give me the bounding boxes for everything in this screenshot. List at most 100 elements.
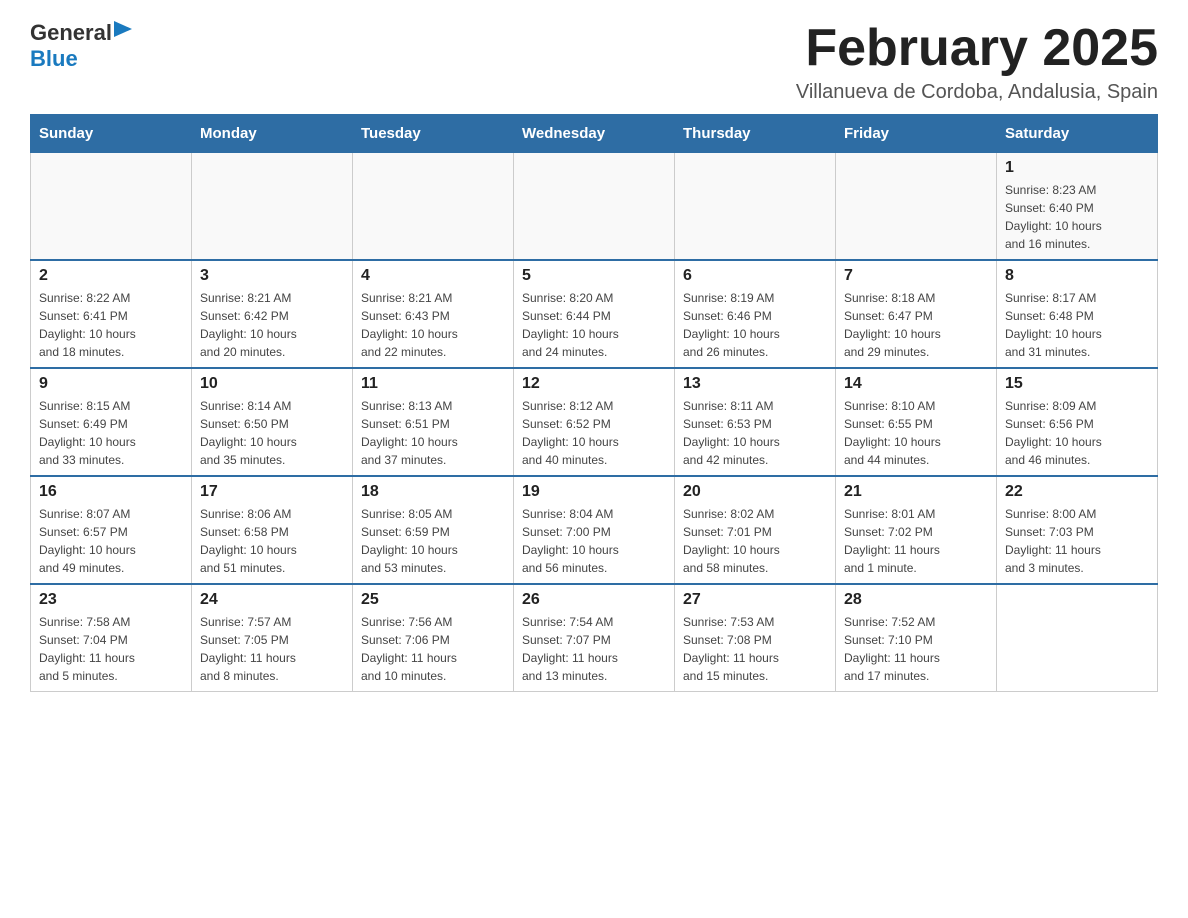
table-cell: 11 Sunrise: 8:13 AMSunset: 6:51 PMDayligh… [353, 368, 514, 476]
day-info: Sunrise: 8:22 AMSunset: 6:41 PMDaylight:… [39, 289, 183, 361]
day-info: Sunrise: 8:11 AMSunset: 6:53 PMDaylight:… [683, 397, 827, 469]
col-header-saturday: Saturday [997, 115, 1158, 153]
page-header: General Blue February 2025 Villanueva de… [30, 20, 1158, 104]
table-cell: 3Sunrise: 8:21 AMSunset: 6:42 PMDaylight… [192, 260, 353, 368]
day-info: Sunrise: 8:09 AMSunset: 6:56 PMDaylight:… [1005, 397, 1149, 469]
day-number: 11 [361, 375, 505, 393]
day-number: 13 [683, 375, 827, 393]
table-cell: 28 Sunrise: 7:52 AMSunset: 7:10 PMDayligh… [836, 584, 997, 692]
day-number: 22 [1005, 483, 1149, 501]
day-info: Sunrise: 8:23 AMSunset: 6:40 PMDaylight:… [1005, 181, 1149, 253]
table-cell: 14 Sunrise: 8:10 AMSunset: 6:55 PMDayligh… [836, 368, 997, 476]
day-number: 4 [361, 267, 505, 285]
day-number: 17 [200, 483, 344, 501]
day-info: Sunrise: 8:00 AMSunset: 7:03 PMDaylight:… [1005, 505, 1149, 577]
day-info: Sunrise: 8:07 AMSunset: 6:57 PMDaylight:… [39, 505, 183, 577]
col-header-tuesday: Tuesday [353, 115, 514, 153]
day-number: 9 [39, 375, 183, 393]
day-info: Sunrise: 7:56 AMSunset: 7:06 PMDaylight:… [361, 613, 505, 685]
day-number: 2 [39, 267, 183, 285]
day-number: 1 [1005, 159, 1149, 177]
table-cell [192, 153, 353, 261]
day-number: 28 [844, 591, 988, 609]
day-number: 3 [200, 267, 344, 285]
day-info: Sunrise: 8:02 AMSunset: 7:01 PMDaylight:… [683, 505, 827, 577]
day-info: Sunrise: 8:06 AMSunset: 6:58 PMDaylight:… [200, 505, 344, 577]
day-info: Sunrise: 8:18 AMSunset: 6:47 PMDaylight:… [844, 289, 988, 361]
table-cell: 8 Sunrise: 8:17 AMSunset: 6:48 PMDaylight… [997, 260, 1158, 368]
table-cell: 21 Sunrise: 8:01 AMSunset: 7:02 PMDayligh… [836, 476, 997, 584]
table-cell [514, 153, 675, 261]
table-cell: 15 Sunrise: 8:09 AMSunset: 6:56 PMDayligh… [997, 368, 1158, 476]
day-info: Sunrise: 8:04 AMSunset: 7:00 PMDaylight:… [522, 505, 666, 577]
table-cell [836, 153, 997, 261]
table-cell: 5 Sunrise: 8:20 AMSunset: 6:44 PMDaylight… [514, 260, 675, 368]
day-number: 8 [1005, 267, 1149, 285]
table-cell [997, 584, 1158, 692]
table-cell: 4 Sunrise: 8:21 AMSunset: 6:43 PMDaylight… [353, 260, 514, 368]
table-cell: 23 Sunrise: 7:58 AMSunset: 7:04 PMDayligh… [31, 584, 192, 692]
day-number: 19 [522, 483, 666, 501]
day-number: 18 [361, 483, 505, 501]
calendar-table: Sunday Monday Tuesday Wednesday Thursday… [30, 114, 1158, 692]
logo: General Blue [30, 20, 132, 72]
day-number: 10 [200, 375, 344, 393]
table-cell: 17 Sunrise: 8:06 AMSunset: 6:58 PMDayligh… [192, 476, 353, 584]
day-info: Sunrise: 8:17 AMSunset: 6:48 PMDaylight:… [1005, 289, 1149, 361]
col-header-friday: Friday [836, 115, 997, 153]
table-cell [353, 153, 514, 261]
week-row-1: 1 Sunrise: 8:23 AMSunset: 6:40 PMDaylight… [31, 153, 1158, 261]
day-info: Sunrise: 7:58 AMSunset: 7:04 PMDaylight:… [39, 613, 183, 685]
table-cell: 26 Sunrise: 7:54 AMSunset: 7:07 PMDayligh… [514, 584, 675, 692]
day-info: Sunrise: 8:20 AMSunset: 6:44 PMDaylight:… [522, 289, 666, 361]
day-number: 16 [39, 483, 183, 501]
day-number: 26 [522, 591, 666, 609]
table-cell: 9Sunrise: 8:15 AMSunset: 6:49 PMDaylight… [31, 368, 192, 476]
day-info: Sunrise: 8:05 AMSunset: 6:59 PMDaylight:… [361, 505, 505, 577]
day-info: Sunrise: 8:14 AMSunset: 6:50 PMDaylight:… [200, 397, 344, 469]
calendar-location: Villanueva de Cordoba, Andalusia, Spain [796, 81, 1158, 104]
day-number: 12 [522, 375, 666, 393]
day-number: 5 [522, 267, 666, 285]
col-header-sunday: Sunday [31, 115, 192, 153]
day-number: 20 [683, 483, 827, 501]
week-row-3: 9Sunrise: 8:15 AMSunset: 6:49 PMDaylight… [31, 368, 1158, 476]
day-info: Sunrise: 8:21 AMSunset: 6:43 PMDaylight:… [361, 289, 505, 361]
day-number: 21 [844, 483, 988, 501]
week-row-5: 23 Sunrise: 7:58 AMSunset: 7:04 PMDayligh… [31, 584, 1158, 692]
table-cell: 7 Sunrise: 8:18 AMSunset: 6:47 PMDaylight… [836, 260, 997, 368]
day-info: Sunrise: 8:19 AMSunset: 6:46 PMDaylight:… [683, 289, 827, 361]
table-cell: 24 Sunrise: 7:57 AMSunset: 7:05 PMDayligh… [192, 584, 353, 692]
day-info: Sunrise: 8:01 AMSunset: 7:02 PMDaylight:… [844, 505, 988, 577]
day-info: Sunrise: 7:57 AMSunset: 7:05 PMDaylight:… [200, 613, 344, 685]
day-number: 14 [844, 375, 988, 393]
table-cell: 2 Sunrise: 8:22 AMSunset: 6:41 PMDaylight… [31, 260, 192, 368]
table-cell [31, 153, 192, 261]
table-cell: 1 Sunrise: 8:23 AMSunset: 6:40 PMDaylight… [997, 153, 1158, 261]
logo-blue-text: Blue [30, 46, 78, 72]
table-cell: 12 Sunrise: 8:12 AMSunset: 6:52 PMDayligh… [514, 368, 675, 476]
table-cell: 6 Sunrise: 8:19 AMSunset: 6:46 PMDaylight… [675, 260, 836, 368]
table-cell: 18 Sunrise: 8:05 AMSunset: 6:59 PMDayligh… [353, 476, 514, 584]
day-info: Sunrise: 7:54 AMSunset: 7:07 PMDaylight:… [522, 613, 666, 685]
day-info: Sunrise: 7:52 AMSunset: 7:10 PMDaylight:… [844, 613, 988, 685]
day-info: Sunrise: 8:12 AMSunset: 6:52 PMDaylight:… [522, 397, 666, 469]
col-header-thursday: Thursday [675, 115, 836, 153]
day-info: Sunrise: 8:13 AMSunset: 6:51 PMDaylight:… [361, 397, 505, 469]
day-number: 23 [39, 591, 183, 609]
day-info: Sunrise: 7:53 AMSunset: 7:08 PMDaylight:… [683, 613, 827, 685]
calendar-header-row: Sunday Monday Tuesday Wednesday Thursday… [31, 115, 1158, 153]
week-row-4: 16 Sunrise: 8:07 AMSunset: 6:57 PMDayligh… [31, 476, 1158, 584]
day-number: 7 [844, 267, 988, 285]
day-number: 24 [200, 591, 344, 609]
table-cell: 27Sunrise: 7:53 AMSunset: 7:08 PMDayligh… [675, 584, 836, 692]
day-number: 15 [1005, 375, 1149, 393]
logo-general-text: General [30, 20, 112, 46]
table-cell [675, 153, 836, 261]
table-cell: 20 Sunrise: 8:02 AMSunset: 7:01 PMDayligh… [675, 476, 836, 584]
table-cell: 10 Sunrise: 8:14 AMSunset: 6:50 PMDayligh… [192, 368, 353, 476]
day-number: 6 [683, 267, 827, 285]
week-row-2: 2 Sunrise: 8:22 AMSunset: 6:41 PMDaylight… [31, 260, 1158, 368]
table-cell: 13 Sunrise: 8:11 AMSunset: 6:53 PMDayligh… [675, 368, 836, 476]
day-info: Sunrise: 8:10 AMSunset: 6:55 PMDaylight:… [844, 397, 988, 469]
